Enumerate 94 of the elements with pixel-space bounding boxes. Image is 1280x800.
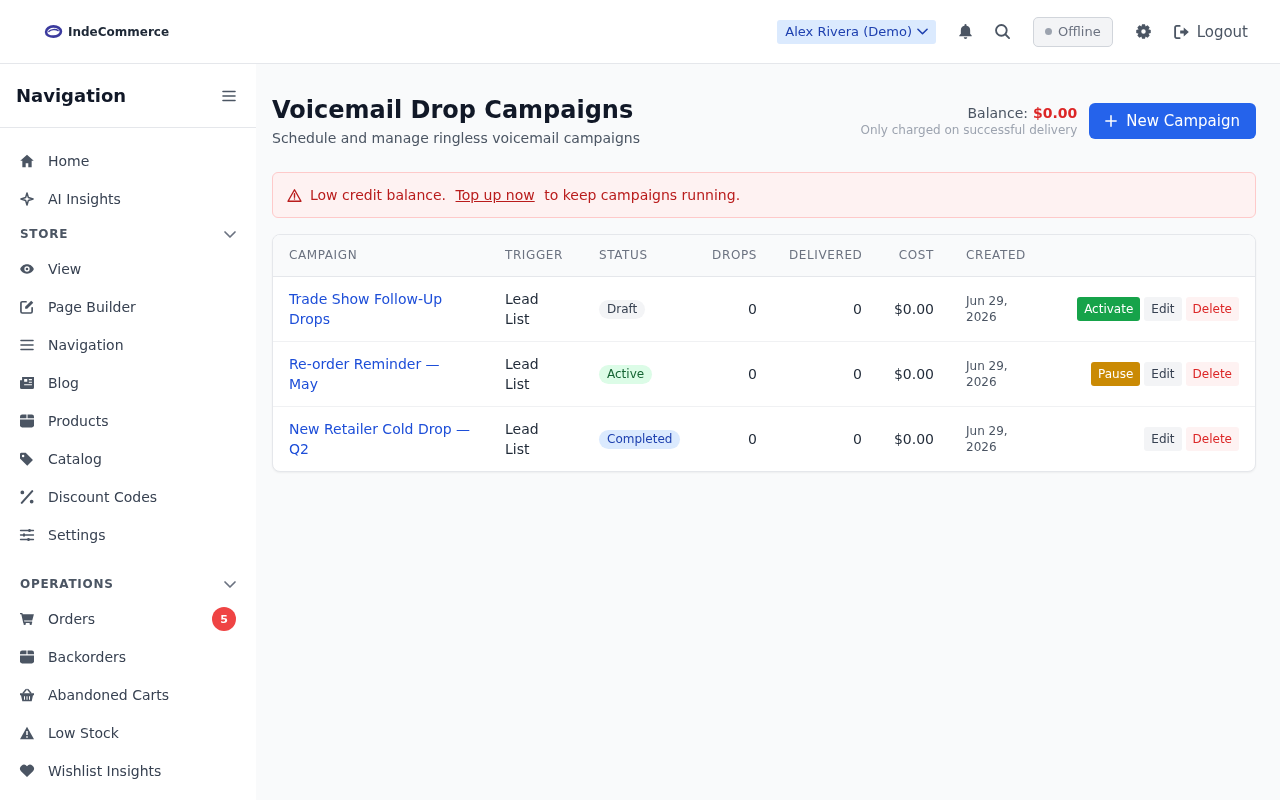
new-campaign-button[interactable]: New Campaign — [1089, 103, 1256, 139]
newspaper-icon — [20, 376, 34, 390]
nav-item[interactable]: Home — [0, 142, 256, 180]
list-icon — [20, 338, 34, 352]
edit-button[interactable]: Edit — [1144, 362, 1182, 386]
column-header: CREATED — [965, 247, 1027, 264]
status-badge: Completed — [599, 429, 681, 449]
home-icon — [20, 154, 34, 168]
column-header: COST — [897, 247, 935, 264]
count-badge: 5 — [212, 607, 236, 631]
trigger-text: Lead List — [505, 355, 540, 394]
delivered-count: 0 — [853, 300, 862, 319]
nav-item[interactable]: View — [0, 250, 256, 288]
created-date: Jun 29, 2026 — [966, 358, 1009, 390]
balance-note: Only charged on successful delivery — [860, 122, 1078, 138]
drops-count: 0 — [748, 430, 757, 449]
delete-button[interactable]: Delete — [1185, 362, 1239, 386]
balance-label: Balance: — [967, 105, 1029, 121]
trigger-text: Lead List — [505, 290, 540, 329]
cost-value: $0.00 — [893, 300, 934, 319]
box-icon — [20, 414, 34, 428]
status-badge: Draft — [599, 299, 646, 319]
status-badge: Active — [599, 364, 653, 384]
cost-value: $0.00 — [893, 365, 934, 384]
sidebar-title: Navigation — [16, 85, 127, 106]
drops-count: 0 — [748, 365, 757, 384]
nav-item[interactable]: Navigation — [0, 326, 256, 364]
created-date: Jun 29, 2026 — [966, 293, 1009, 325]
delivered-count: 0 — [853, 365, 862, 384]
brand-name: IndeCommerce — [68, 24, 170, 39]
campaign-link[interactable]: Re-order Reminder — May — [289, 354, 473, 394]
status-dot-icon — [1045, 28, 1052, 35]
notifications-button[interactable] — [959, 24, 972, 39]
delivered-count: 0 — [853, 430, 862, 449]
edit-button[interactable]: Edit — [1144, 297, 1182, 321]
nav-item[interactable]: Wishlist Insights — [0, 752, 256, 790]
top-up-link[interactable]: Top up now — [455, 187, 535, 203]
warning-icon — [20, 726, 34, 740]
heart-icon — [20, 764, 34, 778]
alert-message: Low credit balance. Top up now to keep campaigns running. — [310, 186, 741, 205]
page-title: Voicemail Drop Campaigns — [272, 95, 635, 126]
campaign-link[interactable]: Trade Show Follow-Up Drops — [289, 289, 473, 329]
nav-item[interactable]: Backorders — [0, 638, 256, 676]
nav-item[interactable]: Abandoned Carts — [0, 676, 256, 714]
section-header[interactable]: STORE — [0, 218, 256, 250]
column-header: TRIGGER — [504, 247, 564, 264]
tag-icon — [20, 452, 34, 466]
nav-item[interactable]: AI Insights — [0, 180, 256, 218]
logout-icon — [1173, 24, 1189, 39]
menu-icon — [222, 89, 236, 102]
nav-item[interactable]: Low Stock — [0, 714, 256, 752]
plus-icon — [1105, 115, 1118, 127]
nav-item[interactable]: Blog — [0, 364, 256, 402]
edit-icon — [20, 300, 34, 314]
drops-count: 0 — [748, 300, 757, 319]
logo-icon — [44, 25, 63, 38]
edit-button[interactable]: Edit — [1144, 427, 1182, 451]
nav-item[interactable]: Products — [0, 402, 256, 440]
nav-item[interactable]: Page Builder — [0, 288, 256, 326]
search-icon — [995, 24, 1010, 39]
basket-icon — [20, 688, 34, 702]
nav-item[interactable]: Catalog — [0, 440, 256, 478]
column-header: DROPS — [711, 247, 758, 264]
box-icon — [20, 650, 34, 664]
section-header[interactable]: OPERATIONS — [0, 568, 256, 600]
column-header: DELIVERED — [788, 247, 864, 264]
cost-value: $0.00 — [893, 430, 934, 449]
nav-item[interactable]: Discount Codes — [0, 478, 256, 516]
sparkle-icon — [20, 192, 34, 206]
chevron-down-icon — [917, 28, 928, 35]
search-button[interactable] — [995, 24, 1010, 39]
delete-button[interactable]: Delete — [1185, 427, 1239, 451]
cart-icon — [20, 612, 34, 626]
user-menu-button[interactable]: Alex Rivera (Demo) — [777, 19, 936, 44]
column-header: CAMPAIGN — [288, 247, 359, 264]
created-date: Jun 29, 2026 — [966, 423, 1009, 455]
delete-button[interactable]: Delete — [1185, 297, 1239, 321]
balance-amount: $0.00 — [1033, 105, 1078, 121]
settings-button[interactable] — [1135, 24, 1151, 39]
settings-icon — [1135, 24, 1151, 39]
bell-icon — [959, 24, 972, 39]
eye-icon — [20, 262, 34, 276]
sliders-icon — [20, 528, 34, 542]
warning-icon — [287, 188, 302, 202]
trigger-text: Lead List — [505, 420, 540, 459]
column-header: STATUS — [598, 247, 649, 264]
menu-button[interactable] — [222, 89, 236, 102]
nav-item[interactable]: Settings — [0, 516, 256, 554]
page-subtitle: Schedule and manage ringless voicemail campaigns — [272, 129, 640, 148]
campaign-link[interactable]: New Retailer Cold Drop — Q2 — [289, 419, 473, 459]
logout-button[interactable]: Logout — [1173, 22, 1248, 41]
status-label: Offline — [1058, 24, 1101, 39]
nav-item[interactable]: Orders 5 — [0, 600, 256, 638]
percent-icon — [20, 490, 34, 504]
